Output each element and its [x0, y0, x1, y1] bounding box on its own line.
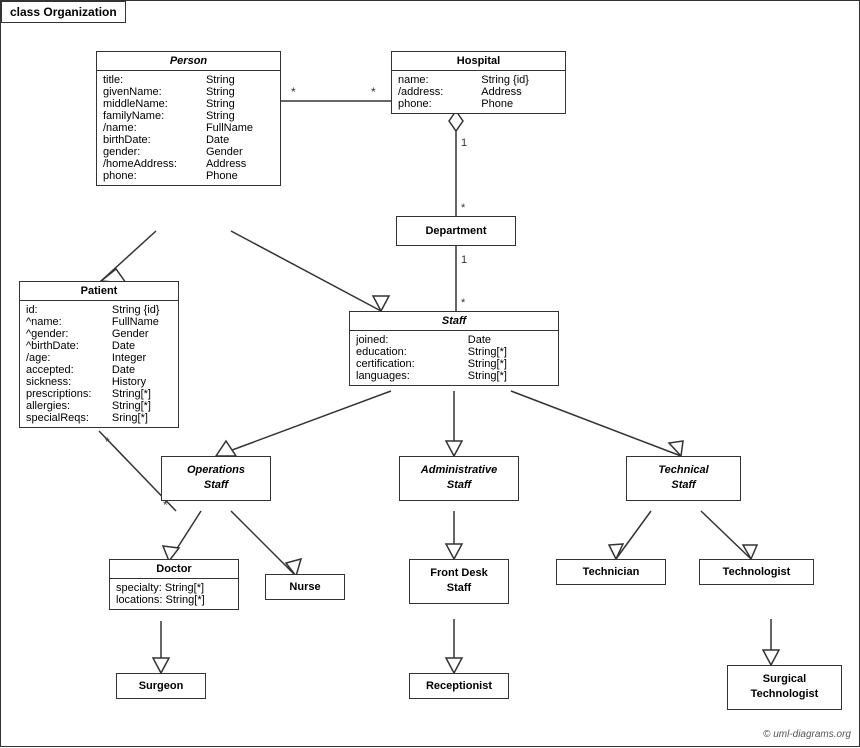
staff-header: Staff	[350, 312, 558, 331]
nurse-class: Nurse	[265, 574, 345, 600]
person-class: Person title:String givenName:String mid…	[96, 51, 281, 186]
surgical-technologist-class: SurgicalTechnologist	[727, 665, 842, 710]
doctor-header: Doctor	[110, 560, 238, 579]
hospital-header: Hospital	[392, 52, 565, 71]
person-header: Person	[97, 52, 280, 71]
person-body: title:String givenName:String middleName…	[97, 71, 280, 185]
department-class: Department	[396, 216, 516, 246]
doctor-class: Doctor specialty: String[*] locations: S…	[109, 559, 239, 610]
diagram-title: class Organization	[1, 1, 126, 23]
surgeon-class: Surgeon	[116, 673, 206, 699]
diagram-container: class Organization * * 1 * 1 * * *	[0, 0, 860, 747]
technologist-class: Technologist	[699, 559, 814, 585]
svg-text:*: *	[461, 297, 466, 309]
svg-text:*: *	[371, 85, 376, 99]
svg-text:*: *	[461, 202, 466, 214]
technical-staff-class: TechnicalStaff	[626, 456, 741, 501]
staff-body: joined:Date education:String[*] certific…	[350, 331, 558, 385]
operations-staff-class: OperationsStaff	[161, 456, 271, 501]
svg-text:1: 1	[461, 254, 467, 266]
patient-class: Patient id:String {id} ^name:FullName ^g…	[19, 281, 179, 428]
front-desk-class: Front DeskStaff	[409, 559, 509, 604]
staff-class: Staff joined:Date education:String[*] ce…	[349, 311, 559, 386]
doctor-body: specialty: String[*] locations: String[*…	[110, 579, 238, 609]
patient-header: Patient	[20, 282, 178, 301]
copyright: © uml-diagrams.org	[763, 729, 851, 740]
patient-body: id:String {id} ^name:FullName ^gender:Ge…	[20, 301, 178, 427]
hospital-body: name:String {id} /address:Address phone:…	[392, 71, 565, 113]
technician-class: Technician	[556, 559, 666, 585]
svg-text:*: *	[291, 85, 296, 99]
admin-staff-class: AdministrativeStaff	[399, 456, 519, 501]
hospital-class: Hospital name:String {id} /address:Addre…	[391, 51, 566, 114]
svg-text:*: *	[105, 435, 110, 449]
receptionist-class: Receptionist	[409, 673, 509, 699]
svg-text:1: 1	[461, 137, 467, 149]
